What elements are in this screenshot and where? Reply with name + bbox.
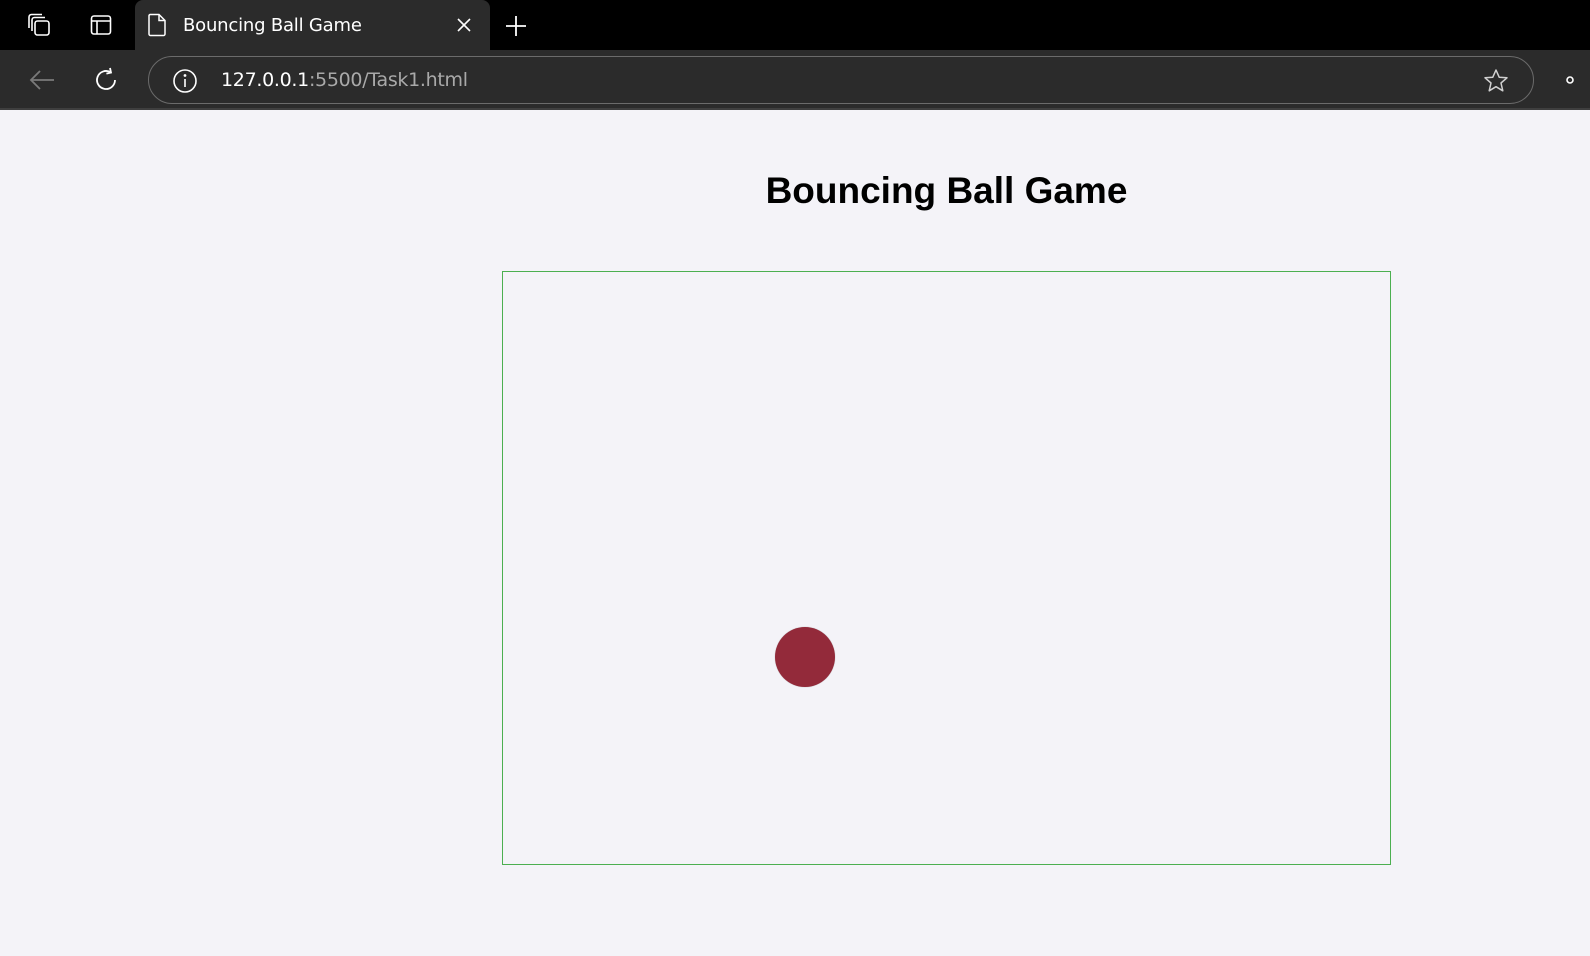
url-text[interactable]: 127.0.0.1:5500/Task1.html xyxy=(221,69,468,91)
back-button[interactable] xyxy=(22,60,62,100)
tab-title: Bouncing Ball Game xyxy=(183,15,362,36)
close-icon xyxy=(457,18,471,32)
tab-actions-button[interactable] xyxy=(70,0,132,50)
close-tab-button[interactable] xyxy=(453,14,475,36)
plus-icon xyxy=(506,16,526,36)
refresh-icon xyxy=(96,67,116,90)
new-tab-button[interactable] xyxy=(498,8,534,44)
tab-actions-icon xyxy=(90,15,112,35)
extensions-icon[interactable] xyxy=(1562,70,1590,94)
active-tab[interactable]: Bouncing Ball Game xyxy=(135,0,490,50)
site-info-button[interactable] xyxy=(171,67,199,95)
game-canvas[interactable] xyxy=(502,271,1391,865)
star-icon xyxy=(1484,69,1508,92)
info-icon xyxy=(173,69,197,93)
page-title: Bouncing Ball Game xyxy=(765,170,1128,211)
refresh-button[interactable] xyxy=(86,60,126,100)
url-path: :5500/Task1.html xyxy=(308,69,468,91)
browser-toolbar: 127.0.0.1:5500/Task1.html xyxy=(0,50,1590,110)
page-icon xyxy=(147,13,167,37)
tab-strip: Bouncing Ball Game xyxy=(0,0,1590,50)
ball xyxy=(775,627,835,687)
workspaces-button[interactable] xyxy=(8,0,70,50)
workspaces-icon xyxy=(28,13,50,36)
address-bar[interactable]: 127.0.0.1:5500/Task1.html xyxy=(148,56,1534,104)
favorite-button[interactable] xyxy=(1481,66,1511,96)
url-host: 127.0.0.1 xyxy=(221,69,309,91)
back-arrow-icon xyxy=(29,70,54,90)
